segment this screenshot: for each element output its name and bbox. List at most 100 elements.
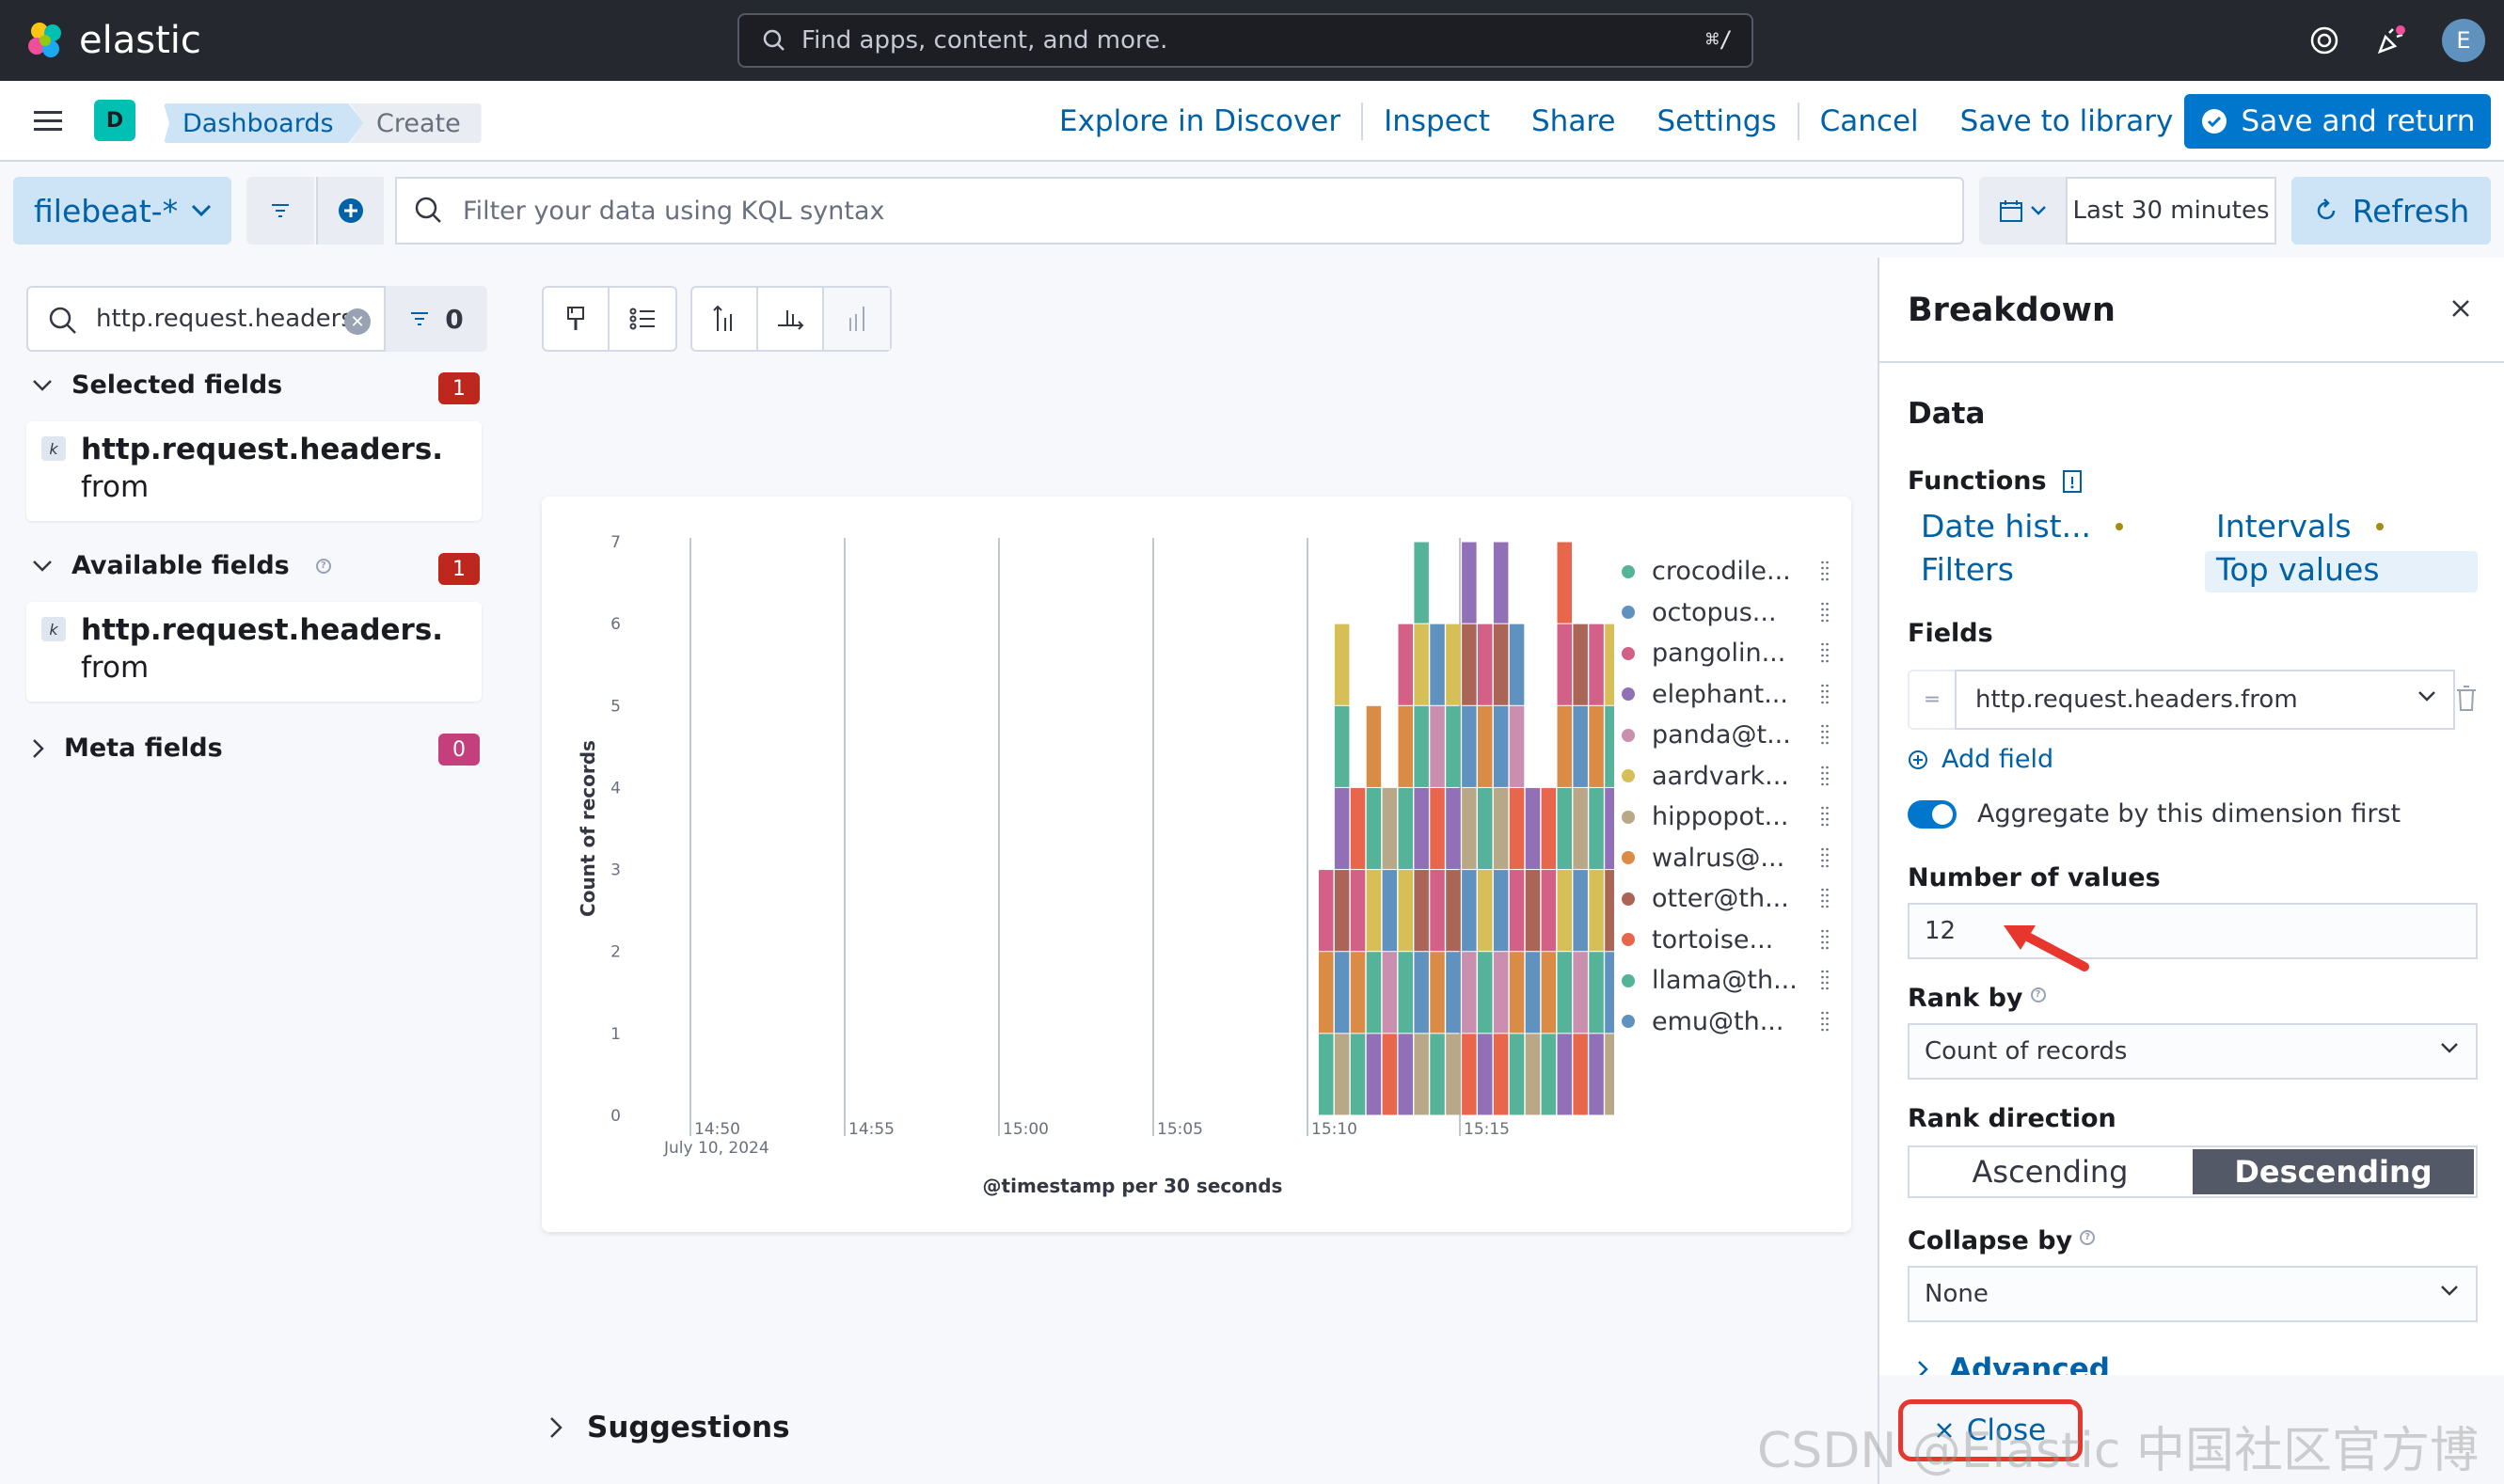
bar-segment[interactable]: [1398, 870, 1414, 952]
bar-segment[interactable]: [1573, 705, 1588, 787]
bar-segment[interactable]: [1478, 1034, 1493, 1115]
rank-by-select[interactable]: Count of records: [1908, 1023, 2478, 1080]
bar-segment[interactable]: [1414, 787, 1429, 870]
bar-segment[interactable]: [1319, 952, 1334, 1034]
bar-segment[interactable]: [1430, 1034, 1445, 1115]
bar-segment[interactable]: [1414, 952, 1429, 1034]
date-range-display[interactable]: Last 30 minutes: [2066, 177, 2276, 245]
visual-options-button[interactable]: [544, 288, 610, 350]
legend-item[interactable]: crocodile...: [1622, 551, 1829, 592]
save-to-library-link[interactable]: Save to library: [1940, 104, 2195, 138]
field-select[interactable]: http.request.headers.from: [1955, 670, 2455, 730]
number-of-values-input[interactable]: 12: [1908, 903, 2478, 959]
cancel-link[interactable]: Cancel: [1799, 104, 1940, 138]
drag-dots-icon[interactable]: [1821, 806, 1829, 827]
selected-field-item[interactable]: k http.request.headers. from: [26, 421, 482, 521]
bar-segment[interactable]: [1525, 1034, 1541, 1115]
inspect-link[interactable]: Inspect: [1363, 104, 1511, 138]
bar-segment[interactable]: [1493, 870, 1509, 952]
bar-segment[interactable]: [1478, 952, 1493, 1034]
date-quick-menu-button[interactable]: [1979, 177, 2066, 245]
bar-segment[interactable]: [1589, 870, 1604, 952]
bar-segment[interactable]: [1605, 1034, 1614, 1115]
legend-item[interactable]: panda@t...: [1622, 715, 1829, 755]
bar-segment[interactable]: [1446, 624, 1461, 705]
bar-segment[interactable]: [1382, 1034, 1398, 1115]
bar-segment[interactable]: [1573, 1034, 1588, 1115]
bar-segment[interactable]: [1509, 1034, 1525, 1115]
bar-segment[interactable]: [1478, 787, 1493, 870]
breadcrumb-dashboards[interactable]: Dashboards: [164, 103, 364, 143]
settings-link[interactable]: Settings: [1636, 104, 1797, 138]
field-type-filter-button[interactable]: 0: [386, 286, 487, 352]
bar-segment[interactable]: [1319, 870, 1334, 952]
bar-segment[interactable]: [1350, 1034, 1366, 1115]
bar-segment[interactable]: [1446, 705, 1461, 787]
bar-segment[interactable]: [1493, 952, 1509, 1034]
bottom-axis-button[interactable]: [758, 288, 824, 350]
bar-segment[interactable]: [1398, 1034, 1414, 1115]
bar-segment[interactable]: [1398, 952, 1414, 1034]
bar-segment[interactable]: [1525, 952, 1541, 1034]
bar-segment[interactable]: [1605, 705, 1614, 787]
elastic-logo[interactable]: elastic: [24, 19, 201, 62]
bar-segment[interactable]: [1430, 870, 1445, 952]
bar-segment[interactable]: [1430, 705, 1445, 787]
bar-segment[interactable]: [1557, 952, 1573, 1034]
selected-fields-toggle[interactable]: Selected fields: [32, 371, 282, 400]
bar-segment[interactable]: [1589, 952, 1604, 1034]
bar-segment[interactable]: [1366, 1034, 1382, 1115]
bar-segment[interactable]: [1573, 624, 1588, 705]
bar-segment[interactable]: [1493, 1034, 1509, 1115]
bar-segment[interactable]: [1509, 705, 1525, 787]
bar-segment[interactable]: [1446, 1034, 1461, 1115]
legend-item[interactable]: tortoise...: [1622, 920, 1829, 960]
bar-segment[interactable]: [1589, 705, 1604, 787]
bar-segment[interactable]: [1541, 787, 1557, 870]
bar-segment[interactable]: [1334, 624, 1350, 705]
clear-search-icon[interactable]: ✕: [344, 308, 371, 335]
share-link[interactable]: Share: [1511, 104, 1636, 138]
bar-segment[interactable]: [1462, 952, 1477, 1034]
bar-segment[interactable]: [1334, 705, 1350, 787]
legend-item[interactable]: hippopot...: [1622, 797, 1829, 837]
bar-segment[interactable]: [1382, 787, 1398, 870]
bar-segment[interactable]: [1557, 542, 1573, 624]
info-icon[interactable]: ?: [2030, 987, 2046, 1002]
data-view-picker[interactable]: filebeat-*: [13, 177, 231, 245]
available-field-item[interactable]: k http.request.headers. from: [26, 602, 482, 702]
drag-dots-icon[interactable]: [1821, 684, 1829, 704]
info-icon[interactable]: ?: [2080, 1229, 2096, 1245]
bar-segment[interactable]: [1414, 542, 1429, 624]
bar-segment[interactable]: [1478, 624, 1493, 705]
suggestions-toggle[interactable]: Suggestions: [549, 1411, 790, 1445]
bar-segment[interactable]: [1462, 870, 1477, 952]
bar-segment[interactable]: [1446, 787, 1461, 870]
collapse-by-select[interactable]: None: [1908, 1266, 2478, 1322]
filter-menu-button[interactable]: [246, 177, 314, 245]
rank-ascending-button[interactable]: Ascending: [1910, 1147, 2191, 1196]
bar-segment[interactable]: [1557, 787, 1573, 870]
bar-segment[interactable]: [1398, 787, 1414, 870]
bar-segment[interactable]: [1589, 1034, 1604, 1115]
bar-segment[interactable]: [1557, 705, 1573, 787]
bar-segment[interactable]: [1334, 870, 1350, 952]
bar-segment[interactable]: [1557, 870, 1573, 952]
bar-segment[interactable]: [1493, 787, 1509, 870]
bar-chart[interactable]: 0 1 2 3 4 5 6 7 Count of records 14:50 14:55 15:00 1…: [542, 497, 1614, 1232]
bar-segment[interactable]: [1446, 952, 1461, 1034]
bar-segment[interactable]: [1478, 705, 1493, 787]
global-search-input[interactable]: Find apps, content, and more. ⌘/: [737, 13, 1753, 68]
bar-segment[interactable]: [1350, 787, 1366, 870]
rank-descending-button[interactable]: Descending: [2193, 1149, 2474, 1194]
bar-segment[interactable]: [1350, 952, 1366, 1034]
documentation-icon[interactable]: [2060, 468, 2084, 495]
bar-segment[interactable]: [1334, 1034, 1350, 1115]
save-and-return-button[interactable]: Save and return: [2184, 94, 2491, 149]
bar-segment[interactable]: [1398, 705, 1414, 787]
function-intervals[interactable]: Intervals: [2216, 508, 2384, 545]
bar-segment[interactable]: [1573, 787, 1588, 870]
bar-segment[interactable]: [1414, 624, 1429, 705]
bar-segment[interactable]: [1382, 870, 1398, 952]
bar-segment[interactable]: [1446, 870, 1461, 952]
